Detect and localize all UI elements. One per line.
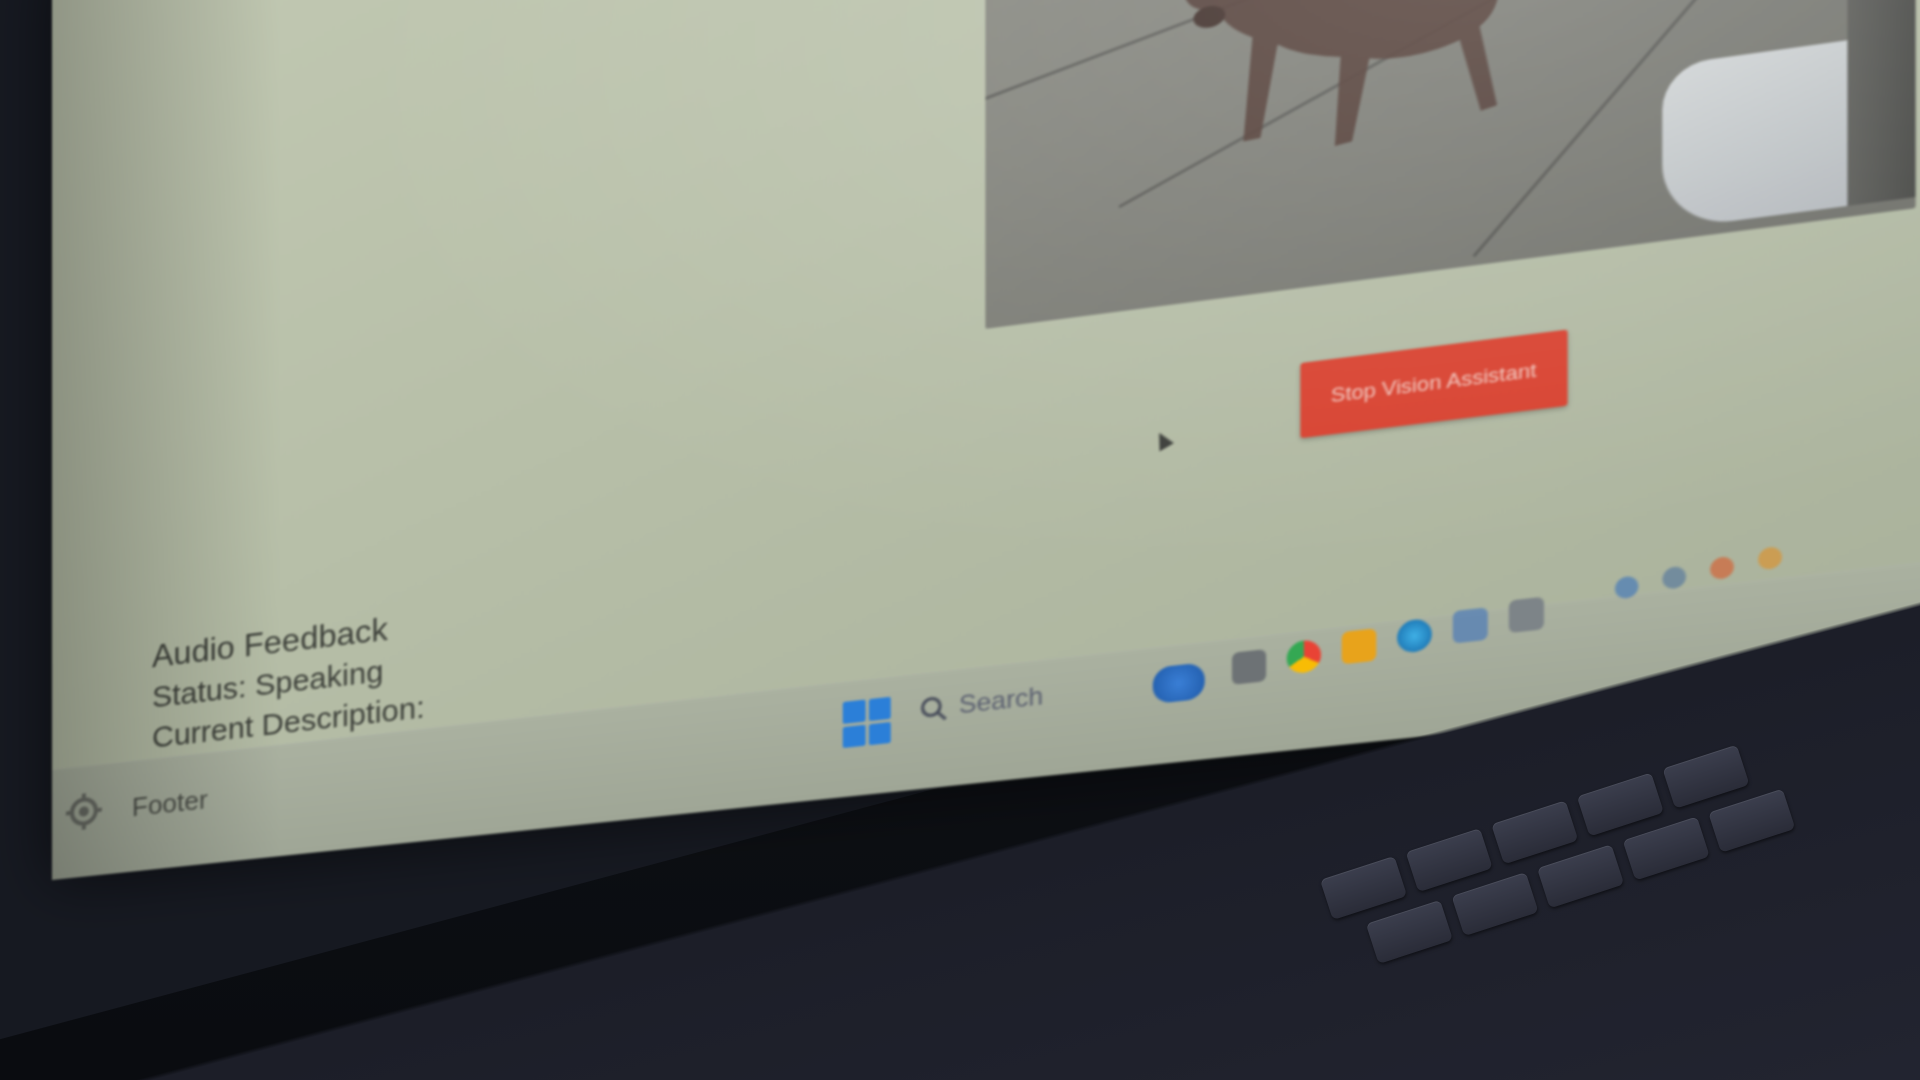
footer-label: Footer [131, 783, 208, 823]
edge-icon[interactable] [1397, 617, 1432, 655]
gear-icon[interactable] [64, 789, 104, 833]
keyboard [1320, 688, 1920, 1080]
search-icon [919, 694, 948, 724]
keyboard-key [1708, 788, 1796, 853]
keyboard-key [1451, 872, 1539, 937]
keyboard-key [1405, 828, 1493, 893]
pole [1847, 0, 1916, 206]
keyboard-key [1576, 772, 1664, 837]
start-icon[interactable] [842, 696, 891, 749]
keyboard-key [1365, 899, 1453, 964]
stop-vision-assistant-button[interactable]: Stop Vision Assistant [1300, 329, 1568, 439]
mouse-cursor-icon [1151, 428, 1174, 452]
file-explorer-icon[interactable] [1231, 649, 1267, 685]
volume-icon[interactable] [1662, 565, 1687, 591]
app-icon[interactable] [1508, 596, 1545, 634]
store-icon[interactable] [1452, 607, 1488, 644]
keyboard-key [1491, 800, 1579, 865]
network-icon[interactable] [1614, 575, 1639, 600]
keyboard-key [1622, 816, 1710, 881]
camera-feed [985, 0, 1916, 329]
search-label: Search [958, 682, 1044, 720]
folder-icon[interactable] [1341, 628, 1377, 665]
copilot-icon[interactable] [1152, 662, 1205, 705]
photo: Stop Vision Assistant Audio Feedback Sta… [0, 0, 1920, 1080]
keyboard-key [1537, 844, 1625, 909]
keyboard-key [1662, 744, 1750, 809]
tray-app-icon[interactable] [1710, 555, 1734, 581]
tray-app-icon[interactable] [1758, 545, 1783, 571]
taskbar-search[interactable]: Search [919, 682, 1043, 725]
chrome-icon[interactable] [1286, 638, 1322, 675]
dog-image [1183, 0, 1550, 167]
laptop-screen: Stop Vision Assistant Audio Feedback Sta… [52, 0, 1920, 881]
keyboard-key [1320, 855, 1408, 920]
